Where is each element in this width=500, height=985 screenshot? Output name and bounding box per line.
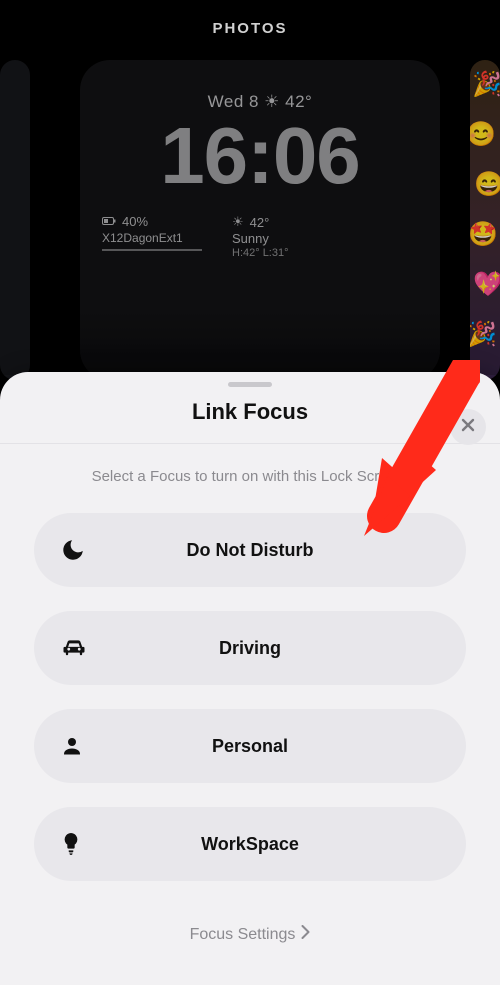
focus-item-personal[interactable]: Personal — [34, 709, 466, 783]
focus-list: Do Not Disturb Driving Personal — [24, 513, 476, 881]
sheet-title: Link Focus — [0, 399, 500, 425]
sheet-header: Link Focus — [0, 387, 500, 444]
focus-item-label: Do Not Disturb — [60, 540, 440, 561]
widget-underline — [102, 249, 202, 251]
battery-percent: 40% — [122, 214, 148, 229]
focus-settings-link[interactable]: Focus Settings — [24, 925, 476, 944]
focus-settings-label: Focus Settings — [190, 926, 296, 944]
weather-hilo: H:42° L:31° — [232, 247, 289, 259]
wallpaper-preview-strip[interactable]: Wed 8 ☀ 42° 16:06 40% X12DagonExt1 — [0, 60, 500, 380]
focus-item-do-not-disturb[interactable]: Do Not Disturb — [34, 513, 466, 587]
weather-condition: Sunny — [232, 231, 289, 246]
close-icon — [460, 417, 476, 438]
sun-icon: ☀ — [232, 214, 244, 230]
lock-widgets-row: 40% X12DagonExt1 ☀ 42° Sunny H:42° L:31° — [80, 196, 440, 259]
sheet-subtitle: Select a Focus to turn on with this Lock… — [24, 468, 476, 485]
link-focus-sheet: Link Focus Select a Focus to turn on wit… — [0, 372, 500, 985]
sheet-body: Select a Focus to turn on with this Lock… — [0, 444, 500, 944]
network-label: X12DagonExt1 — [102, 231, 202, 245]
screen: PHOTOS Wed 8 ☀ 42° 16:06 40% X12DagonExt… — [0, 0, 500, 985]
wallpaper-gallery-background: PHOTOS Wed 8 ☀ 42° 16:06 40% X12DagonExt… — [0, 0, 500, 375]
focus-item-driving[interactable]: Driving — [34, 611, 466, 685]
battery-icon — [102, 214, 116, 229]
chevron-right-icon — [301, 925, 310, 944]
weather-temp: 42° — [250, 215, 270, 230]
focus-item-label: WorkSpace — [60, 834, 440, 855]
wallpaper-preview-current[interactable]: Wed 8 ☀ 42° 16:06 40% X12DagonExt1 — [80, 60, 440, 380]
wallpaper-preview-next[interactable]: 🎉 😊 😄 🤩 💖 🎉 — [470, 60, 500, 380]
focus-item-workspace[interactable]: WorkSpace — [34, 807, 466, 881]
wallpaper-preview-prev[interactable] — [0, 60, 30, 380]
gallery-header-title: PHOTOS — [0, 0, 500, 37]
focus-item-label: Driving — [60, 638, 440, 659]
lock-date-line: Wed 8 ☀ 42° — [80, 60, 440, 112]
weather-widget: ☀ 42° Sunny H:42° L:31° — [232, 214, 289, 259]
wallpaper-photo-fade — [80, 310, 440, 380]
battery-widget: 40% X12DagonExt1 — [102, 214, 202, 259]
focus-item-label: Personal — [60, 736, 440, 757]
lock-time: 16:06 — [80, 116, 440, 196]
close-button[interactable] — [450, 409, 486, 445]
